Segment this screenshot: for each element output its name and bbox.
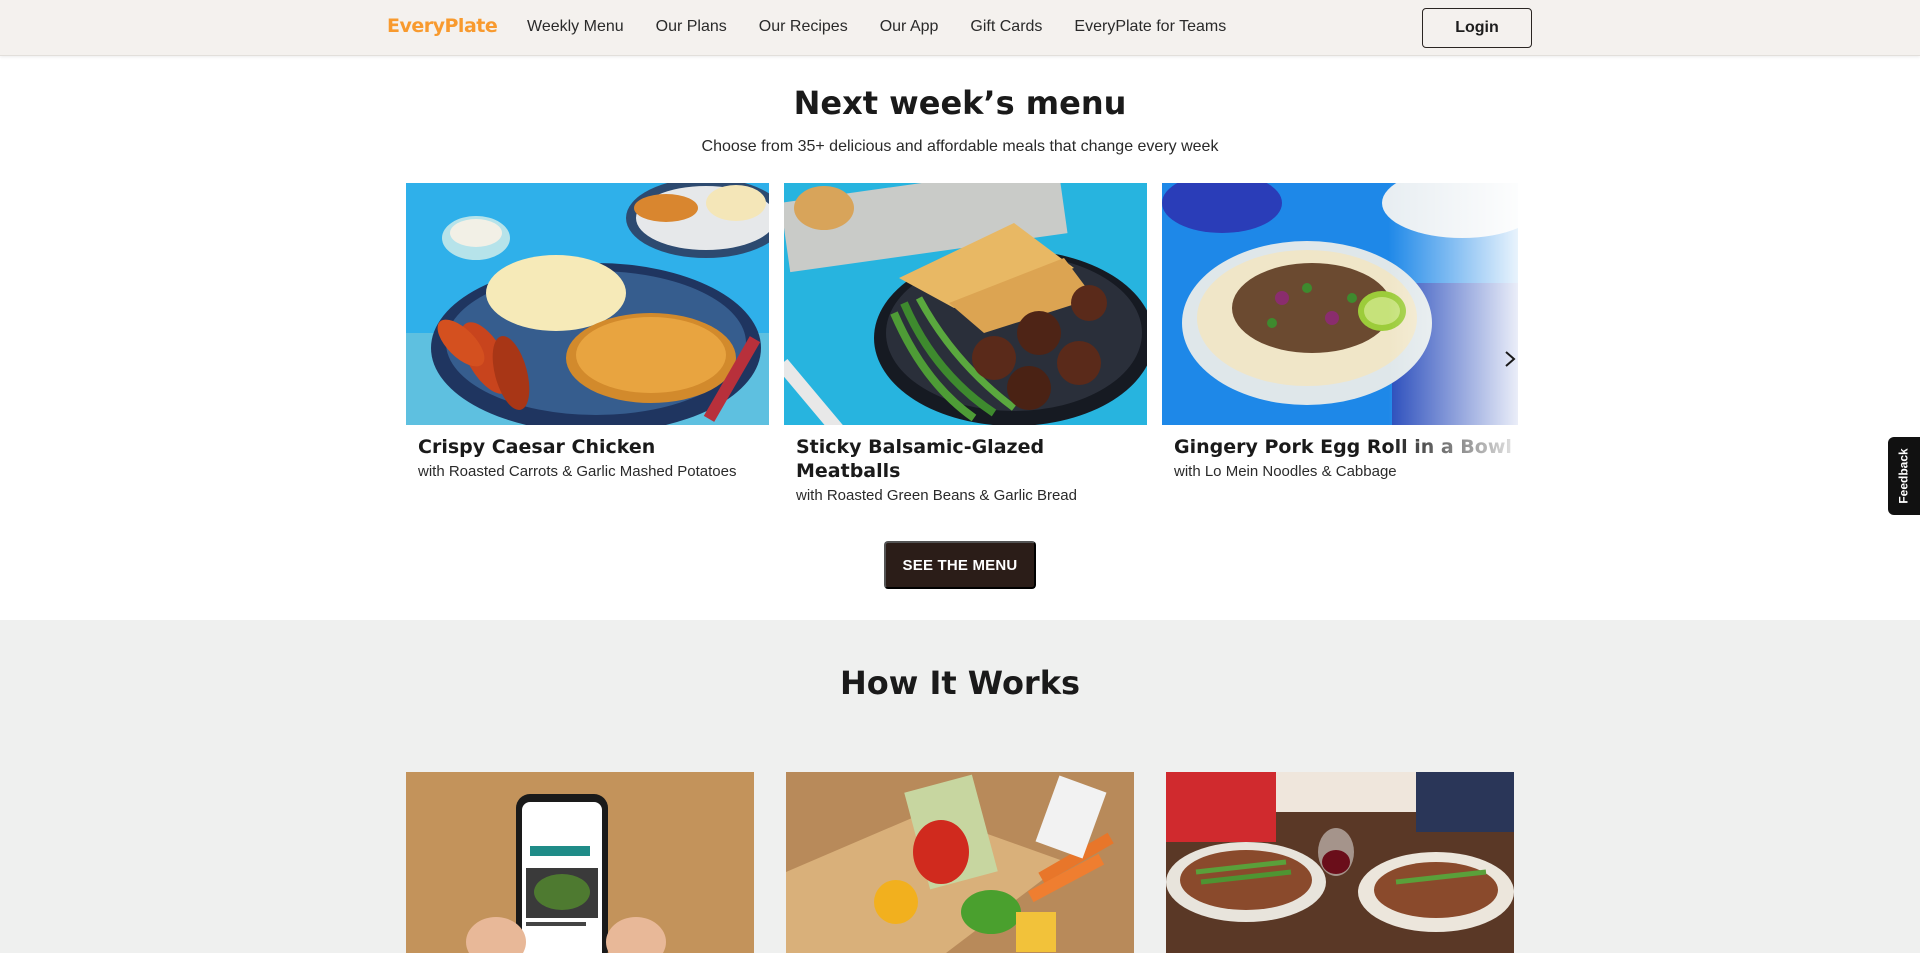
menu-section-subtitle: Choose from 35+ delicious and affordable…: [701, 138, 1219, 155]
top-navigation-bar: EveryPlate Weekly Menu Our Plans Our Rec…: [0, 0, 1920, 56]
recipe-subtitle: with Roasted Green Beans & Garlic Bread: [796, 487, 1077, 504]
recipe-image-sticky-balsamic-meatballs: [784, 183, 1147, 425]
see-the-menu-button[interactable]: SEE THE MENU: [884, 541, 1036, 589]
menu-section-title: Next week’s menu: [793, 84, 1127, 122]
recipe-image-crispy-caesar-chicken: [406, 183, 769, 425]
nav-gift-cards[interactable]: Gift Cards: [970, 18, 1042, 36]
nav-weekly-menu[interactable]: Weekly Menu: [527, 18, 624, 36]
login-button[interactable]: Login: [1422, 8, 1532, 48]
how-step-image-box: [786, 772, 1134, 953]
main-nav: Weekly Menu Our Plans Our Recipes Our Ap…: [527, 18, 1258, 36]
recipe-card-crispy-caesar-chicken[interactable]: Crispy Caesar Chicken with Roasted Carro…: [406, 183, 769, 480]
recipe-title: Gingery Pork Egg Roll in a Bowl: [1174, 436, 1512, 458]
nav-everyplate-for-teams[interactable]: EveryPlate for Teams: [1074, 18, 1226, 36]
nav-our-recipes[interactable]: Our Recipes: [759, 18, 848, 36]
recipe-carousel: Crispy Caesar Chicken with Roasted Carro…: [406, 183, 1518, 513]
recipe-subtitle: with Roasted Carrots & Garlic Mashed Pot…: [418, 463, 737, 480]
recipe-subtitle: with Lo Mein Noodles & Cabbage: [1174, 463, 1397, 480]
nav-our-app[interactable]: Our App: [880, 18, 939, 36]
everyplate-logo[interactable]: EveryPlate: [387, 15, 498, 37]
carousel-next-button[interactable]: [1496, 345, 1524, 373]
recipe-title: Sticky Balsamic-Glazed Meatballs: [796, 436, 1045, 482]
how-it-works-section: How It Works: [0, 620, 1920, 953]
how-step-image-app: [406, 772, 754, 953]
nav-our-plans[interactable]: Our Plans: [656, 18, 727, 36]
recipe-card-sticky-balsamic-meatballs[interactable]: Sticky Balsamic-Glazed Meatballs with Ro…: [784, 183, 1147, 504]
how-step-image-dinner: [1166, 772, 1514, 953]
how-it-works-title: How It Works: [839, 664, 1081, 702]
feedback-tab[interactable]: Feedback: [1888, 437, 1920, 515]
recipe-image-gingery-pork-egg-roll: [1162, 183, 1518, 425]
recipe-card-gingery-pork-egg-roll[interactable]: Gingery Pork Egg Roll in a Bowl with Lo …: [1162, 183, 1518, 480]
chevron-right-icon: [1505, 351, 1516, 367]
feedback-label: Feedback: [1897, 448, 1912, 504]
recipe-title: Crispy Caesar Chicken: [418, 436, 656, 458]
